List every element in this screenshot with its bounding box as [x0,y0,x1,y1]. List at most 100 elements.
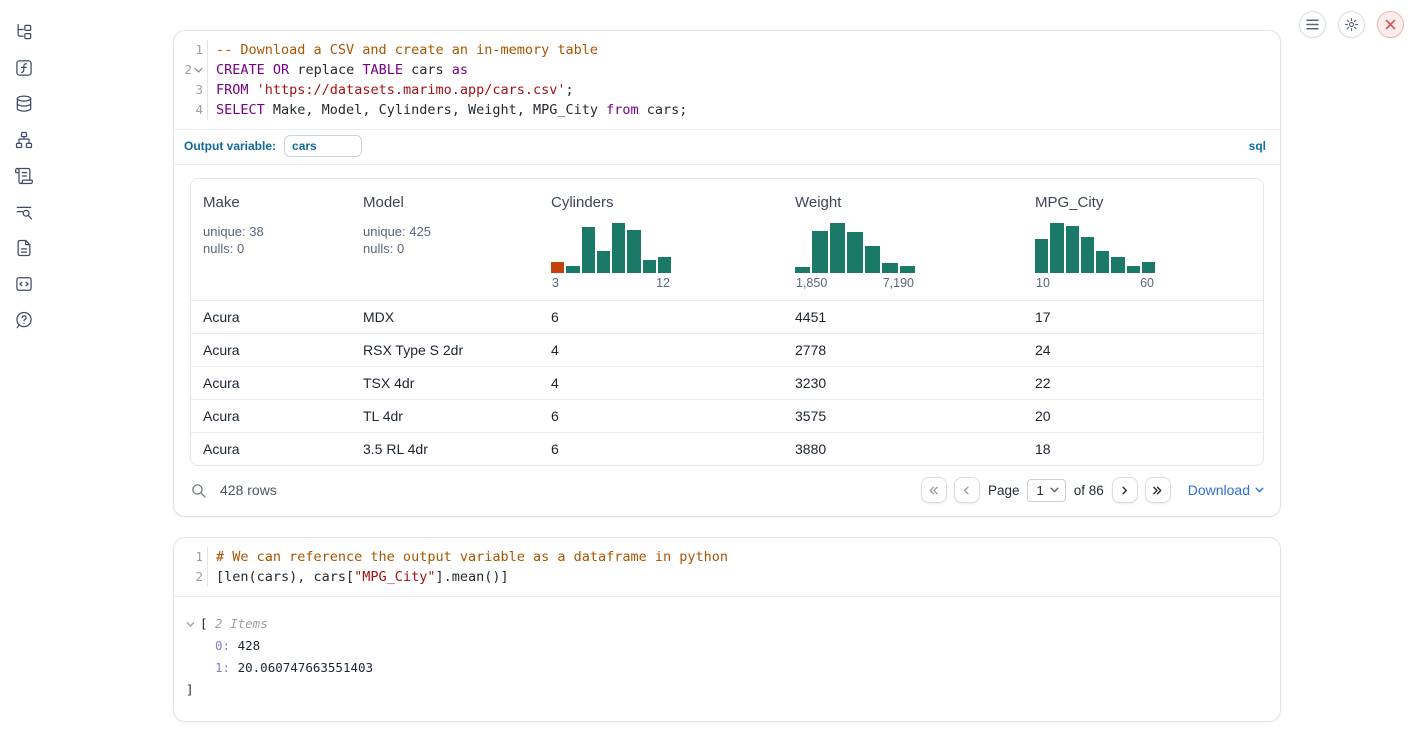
histogram-bar[interactable] [1066,226,1079,273]
table-row[interactable]: Acura3.5 RL 4dr6388018 [191,432,1263,465]
histogram-bar[interactable] [1096,251,1109,273]
column-name: Make [203,193,339,213]
settings-button[interactable] [1338,11,1365,38]
column-header[interactable]: Cylinders312 [539,179,783,300]
page-select[interactable]: 1 [1027,479,1065,502]
code-token [249,82,257,98]
code-line: 1# We can reference the output variable … [174,547,1280,567]
code-token: ].mean()] [435,569,508,585]
table-cell: 4451 [783,309,1023,325]
sidebar-item-documentation[interactable] [14,238,34,258]
table-cell: 6 [539,441,783,457]
histogram-bar[interactable] [582,227,595,273]
code-token: replace [289,62,362,78]
table-row[interactable]: AcuraRSX Type S 2dr4277824 [191,333,1263,366]
column-name: Weight [795,193,1011,213]
sidebar-item-logs[interactable] [14,166,34,186]
sidebar-item-snippets[interactable] [14,274,34,294]
table-cell: TL 4dr [351,408,539,424]
item-key: 1: [215,660,230,675]
tree-root-line: [ 2 Items [186,613,1266,635]
column-stat: nulls: 0 [203,240,339,257]
histogram-bar[interactable] [1035,239,1048,273]
table-footer: 428 rows Page 1 of 86 [174,466,1280,516]
sidebar-item-datasources[interactable] [14,94,34,114]
histogram-bar[interactable] [1081,237,1094,273]
search-button[interactable] [190,482,207,499]
column-header[interactable]: Weight 1,8507,190 [783,179,1023,300]
code-token: cars [403,62,452,78]
histogram-bar[interactable] [882,263,897,273]
notebook-actions [1299,11,1404,38]
histogram-bar[interactable] [643,260,656,273]
table-row[interactable]: AcuraTSX 4dr4323022 [191,366,1263,399]
table-cell: TSX 4dr [351,375,539,391]
histogram-bar[interactable] [551,262,564,273]
histogram-max-label: 12 [656,276,670,290]
table-cell: 3.5 RL 4dr [351,441,539,457]
download-button[interactable]: Download [1188,482,1264,498]
table-cell: Acura [191,342,351,358]
output-variable-input[interactable] [284,135,362,157]
histogram-bar[interactable] [795,267,810,273]
column-header[interactable]: MPG_City1060 [1023,179,1263,300]
table-cell: MDX [351,309,539,325]
histogram-bar[interactable] [865,246,880,273]
histogram-bar[interactable] [597,251,610,273]
histogram-bar[interactable] [1050,223,1063,273]
fold-chevron-icon[interactable] [194,67,203,74]
histogram-min-label: 10 [1036,276,1050,290]
code-line: 2[len(cars), cars["MPG_City"].mean()] [174,567,1280,587]
histogram-bar[interactable] [1127,266,1140,273]
sidebar-item-help[interactable] [14,310,34,330]
table-cell: Acura [191,309,351,325]
line-number-gutter: 1 [174,40,208,60]
help-circle-icon [14,310,34,330]
code-token: [len(cars), cars[ [216,569,354,585]
histogram-bar[interactable] [1111,257,1124,273]
histogram-bar[interactable] [847,232,862,273]
sidebar-item-variables[interactable] [14,58,34,78]
table-cell: Acura [191,375,351,391]
item-value: 428 [230,638,260,653]
hamburger-menu-icon [1306,19,1319,30]
column-header[interactable]: Makeunique: 38nulls: 0 [191,179,351,300]
sidebar-item-files[interactable] [14,22,34,42]
code-text: SELECT Make, Model, Cylinders, Weight, M… [208,100,687,120]
next-page-button[interactable] [1112,477,1138,503]
first-page-button[interactable] [921,477,947,503]
code-line: 4SELECT Make, Model, Cylinders, Weight, … [174,100,1280,120]
histogram-bar[interactable] [612,223,625,273]
chevron-right-icon [1119,485,1130,496]
last-page-button[interactable] [1145,477,1171,503]
folder-tree-icon [14,22,34,42]
prev-page-button[interactable] [954,477,980,503]
table-row[interactable]: AcuraMDX6445117 [191,300,1263,333]
collapse-chevron-icon[interactable] [186,621,195,628]
menu-button[interactable] [1299,11,1326,38]
code-line: 1-- Download a CSV and create an in-memo… [174,40,1280,60]
histogram-labels: 1,8507,190 [795,276,915,290]
histogram-bar[interactable] [900,266,915,273]
code-snippets-icon [14,274,34,294]
sql-code-editor[interactable]: 1-- Download a CSV and create an in-memo… [174,31,1280,130]
chevron-down-icon [1255,487,1264,493]
code-token: as [452,62,468,78]
download-label: Download [1188,482,1250,498]
shutdown-button[interactable] [1377,11,1404,38]
histogram-bar[interactable] [627,230,640,273]
sidebar-item-outline[interactable] [14,202,34,222]
histogram-bar[interactable] [830,223,845,273]
table-header-row: Makeunique: 38nulls: 0Modelunique: 425nu… [191,179,1263,300]
histogram-max-label: 60 [1140,276,1154,290]
histogram-bar[interactable] [566,266,579,273]
python-code-editor[interactable]: 1# We can reference the output variable … [174,538,1280,597]
histogram-bar[interactable] [812,231,827,273]
line-number: 1 [195,40,203,60]
table-row[interactable]: AcuraTL 4dr6357520 [191,399,1263,432]
sidebar-item-dependencies[interactable] [14,130,34,150]
column-header[interactable]: Modelunique: 425nulls: 0 [351,179,539,300]
histogram-bar[interactable] [1142,262,1155,273]
dependency-graph-icon [14,130,34,150]
histogram-bar[interactable] [658,257,671,273]
